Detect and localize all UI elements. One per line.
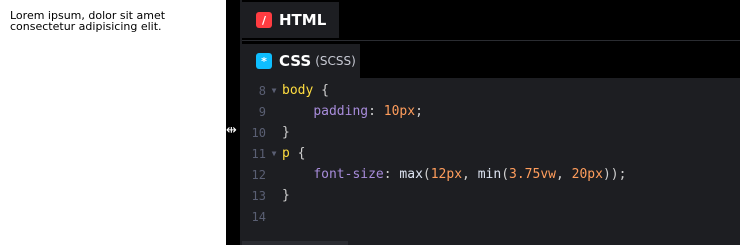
fold-arrow-icon[interactable]: ▼ [266, 149, 282, 158]
code-token: font-size [313, 167, 384, 182]
code-token: , [462, 167, 478, 182]
code-token: body [282, 83, 314, 98]
code-line[interactable]: 8 ▼ body { [242, 80, 740, 101]
line-number: 10 [251, 125, 266, 140]
tab-html-label: HTML [279, 11, 327, 29]
css-code-editor[interactable]: 8 ▼ body {9 padding: 10px; 10} 11 ▼ p {12 font… [242, 78, 740, 245]
line-number: 8 [258, 83, 266, 98]
pane-resize-handle[interactable]: ⇹ [226, 0, 240, 245]
preview-pane: Lorem ipsum, dolor sit amet consectetur … [0, 0, 226, 245]
code-token: 20px [571, 167, 603, 182]
line-number: 11 [251, 146, 266, 161]
line-number: 9 [258, 104, 266, 119]
code-token: max [399, 167, 423, 182]
editor-panel: / HTML * CSS (SCSS) 8 ▼ body {9 padding: 1… [240, 0, 740, 245]
code-token: p [282, 146, 290, 161]
code-token: } [282, 125, 290, 140]
code-token: { [289, 146, 306, 161]
tab-css-label: CSS [279, 52, 312, 70]
line-number: 13 [251, 188, 266, 203]
code-token: ; [415, 104, 423, 119]
tab-html[interactable]: / HTML [242, 2, 339, 38]
line-number: 12 [251, 167, 266, 182]
preview-text: Lorem ipsum, dolor sit amet consectetur … [10, 9, 166, 33]
code-token: 3.75vw [509, 167, 556, 182]
code-line[interactable]: 14 [242, 206, 740, 227]
code-token: min [477, 167, 502, 182]
code-token: ( [422, 167, 431, 182]
css-icon: * [256, 53, 272, 69]
code-line[interactable]: 12 font-size: max(12px, min(3.75vw, 20px… [242, 164, 740, 185]
code-token: { [313, 83, 329, 98]
line-number: 14 [251, 209, 266, 224]
code-line[interactable]: 13} [242, 185, 740, 206]
code-line[interactable]: 9 padding: 10px; [242, 101, 740, 122]
tab-css-preprocessor: (SCSS) [315, 54, 356, 68]
fold-arrow-icon[interactable]: ▼ [266, 86, 282, 95]
code-token: : [383, 167, 400, 182]
code-token: ( [501, 167, 510, 182]
code-token: )); [602, 167, 627, 182]
code-token: : [368, 104, 384, 119]
next-tab-edge[interactable] [242, 241, 348, 245]
code-token: , [555, 167, 572, 182]
html-icon: / [256, 12, 272, 28]
code-line[interactable]: 11 ▼ p { [242, 143, 740, 164]
tab-divider [242, 40, 740, 41]
code-token: 10px [383, 104, 416, 119]
tab-css[interactable]: * CSS (SCSS) [242, 44, 360, 78]
code-token: padding [313, 104, 369, 119]
code-token: } [282, 188, 290, 203]
code-line[interactable]: 10} [242, 122, 740, 143]
code-token: 12px [430, 167, 463, 182]
